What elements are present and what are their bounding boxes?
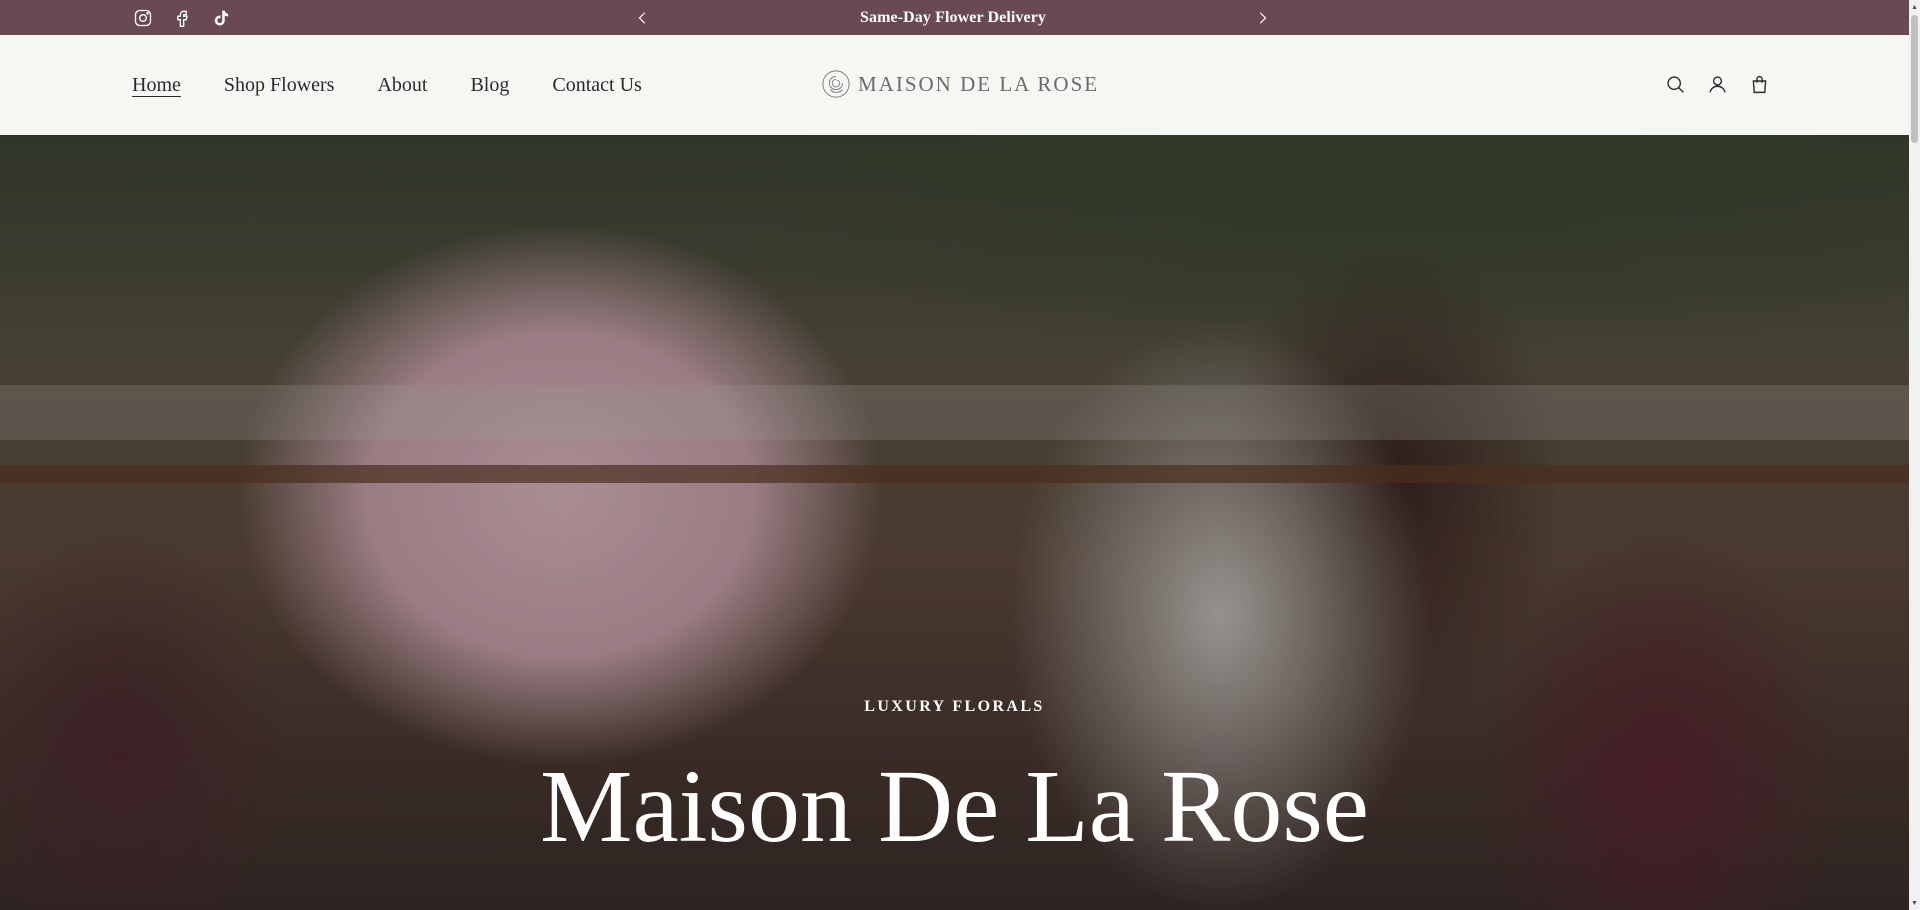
scroll-up-arrow-icon[interactable]: ▲ (1909, 0, 1920, 14)
site-header: Home Shop Flowers About Blog Contact Us … (0, 35, 1909, 135)
nav-item-shop-flowers[interactable]: Shop Flowers (224, 74, 335, 97)
hero-title: Maison De La Rose (540, 749, 1369, 864)
cart-icon[interactable] (1748, 73, 1770, 95)
scroll-thumb[interactable] (1911, 15, 1918, 143)
header-actions (1664, 73, 1770, 95)
nav-item-contact-us[interactable]: Contact Us (552, 74, 641, 97)
site-logo[interactable]: MAISON DE LA ROSE (821, 69, 1099, 99)
scroll-down-arrow-icon[interactable]: ▼ (1909, 896, 1920, 910)
page-scrollbar[interactable]: ▲ ▼ (1909, 0, 1920, 910)
main-nav: Home Shop Flowers About Blog Contact Us (132, 35, 642, 135)
nav-item-about[interactable]: About (377, 74, 427, 97)
chevron-left-icon[interactable] (632, 7, 654, 29)
facebook-icon[interactable] (171, 7, 192, 28)
social-links (132, 7, 231, 28)
hero-eyebrow: LUXURY FLORALS (864, 698, 1045, 715)
logo-text: MAISON DE LA ROSE (858, 71, 1100, 96)
announcement-bar: Same-Day Flower Delivery (0, 0, 1909, 35)
hero-content: LUXURY FLORALS Maison De La Rose (0, 135, 1909, 910)
instagram-icon[interactable] (132, 7, 153, 28)
nav-item-blog[interactable]: Blog (470, 74, 509, 97)
chevron-right-icon[interactable] (1251, 7, 1273, 29)
rose-logo-icon (822, 70, 850, 98)
account-icon[interactable] (1706, 73, 1728, 95)
tiktok-icon[interactable] (210, 7, 231, 28)
search-icon[interactable] (1664, 73, 1686, 95)
nav-item-home[interactable]: Home (132, 74, 181, 97)
hero-banner: LUXURY FLORALS Maison De La Rose (0, 135, 1909, 910)
announcement-text: Same-Day Flower Delivery (859, 9, 1047, 26)
